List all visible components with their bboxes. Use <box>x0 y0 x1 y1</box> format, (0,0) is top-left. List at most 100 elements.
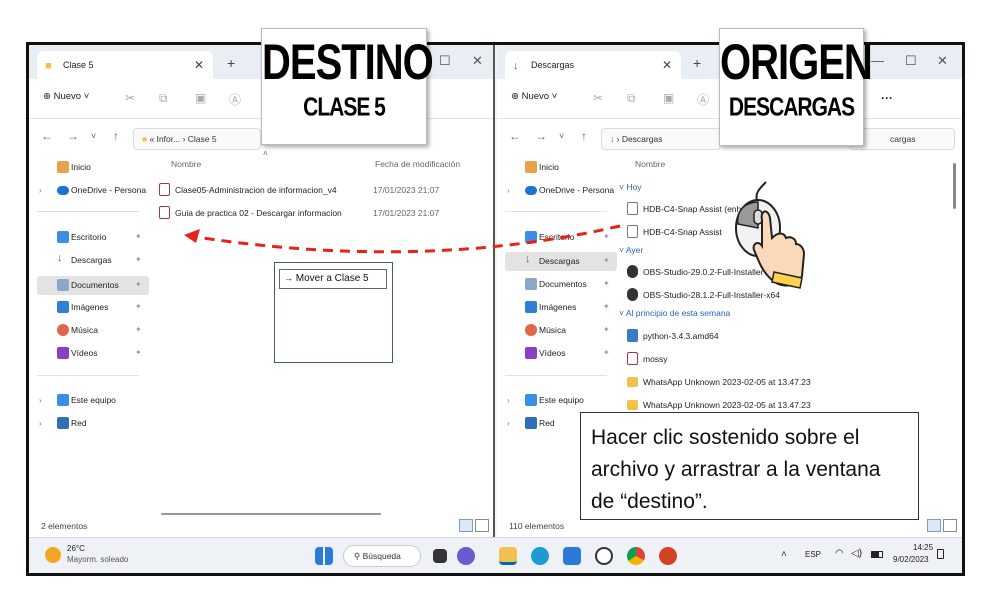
breadcrumb[interactable]: ↓ › Descargas <box>601 128 721 150</box>
file-name: Guia de practica 02 - Descargar informac… <box>175 208 342 218</box>
powerpoint-icon[interactable] <box>659 547 677 565</box>
tab-title: Clase 5 <box>63 60 94 70</box>
language-indicator[interactable]: ESP <box>805 550 821 559</box>
pin-icon: ✦ <box>135 302 142 311</box>
drag-preview-box: → Mover a Clase 5 <box>274 262 393 363</box>
recent-icon[interactable]: ˅ <box>559 131 564 141</box>
close-tab-icon[interactable]: ✕ <box>662 58 672 72</box>
music-icon <box>525 324 537 336</box>
origen-subtitle: DESCARGAS <box>728 93 855 122</box>
column-header-name[interactable]: Nombre <box>171 159 201 169</box>
tab-title: Descargas <box>531 60 575 70</box>
file-explorer-icon[interactable] <box>499 547 517 565</box>
column-header-date[interactable]: Fecha de modificación <box>375 159 460 169</box>
back-icon[interactable]: ← <box>509 129 521 143</box>
sidebar-item-label: Inicio <box>539 162 559 172</box>
more-options-icon[interactable]: ··· <box>881 91 893 105</box>
start-icon[interactable] <box>315 547 333 565</box>
sidebar-item-label: Documentos <box>539 279 587 289</box>
forward-icon[interactable]: → <box>67 129 79 143</box>
minimize-icon[interactable]: — <box>871 53 884 68</box>
battery-icon[interactable] <box>871 551 883 558</box>
status-bar: 2 elementos <box>29 515 493 537</box>
search-box[interactable]: ⚲ Búsqueda <box>343 545 421 567</box>
new-button[interactable]: ⊕ Nuevo ˅ <box>43 91 89 102</box>
close-tab-icon[interactable]: ✕ <box>194 58 204 72</box>
new-button[interactable]: ⊕ Nuevo ˅ <box>511 91 557 102</box>
sidebar-item-label: Vídeos <box>539 348 566 358</box>
file-date: 17/01/2023 21:07 <box>373 185 440 195</box>
paste-icon[interactable]: ▣ <box>663 91 674 105</box>
recent-icon[interactable]: ˅ <box>91 131 96 141</box>
details-view-icon[interactable] <box>459 519 473 532</box>
network-icon <box>57 417 69 429</box>
video-icon <box>525 347 537 359</box>
volume-icon[interactable]: ◁) <box>851 548 862 559</box>
new-tab-icon[interactable]: + <box>693 55 701 71</box>
tiles-view-icon[interactable] <box>943 519 957 532</box>
document-icon <box>525 278 537 290</box>
up-icon[interactable]: ↑ <box>581 129 587 143</box>
details-view-icon[interactable] <box>927 519 941 532</box>
vertical-scrollbar[interactable] <box>953 163 956 209</box>
sort-chevron-icon: ˄ <box>263 149 268 158</box>
weather-icon[interactable] <box>45 547 61 563</box>
teams-icon[interactable] <box>457 547 475 565</box>
breadcrumb-part: Infor... <box>156 134 181 144</box>
file-date: 17/01/2023 21:07 <box>373 208 440 218</box>
column-header-name[interactable]: Nombre <box>635 159 665 169</box>
dell-icon[interactable] <box>595 547 613 565</box>
paste-icon[interactable]: ▣ <box>195 91 206 105</box>
up-icon[interactable]: ↑ <box>113 129 119 143</box>
maximize-icon[interactable]: ☐ <box>439 53 451 69</box>
cut-icon[interactable]: ✂ <box>593 91 603 105</box>
rename-icon[interactable]: Ⓐ <box>229 91 241 108</box>
sidebar-item-label: Descargas <box>71 255 112 265</box>
cut-icon[interactable]: ✂ <box>125 91 135 105</box>
task-view-icon[interactable] <box>433 549 447 563</box>
copy-icon[interactable]: ⧉ <box>159 91 168 106</box>
edge-icon[interactable] <box>531 547 549 565</box>
folder-icon: ■ <box>142 134 148 144</box>
item-count: 110 elementos <box>509 521 565 531</box>
close-window-icon[interactable]: ✕ <box>937 53 948 69</box>
group-header[interactable]: ˅ Ayer <box>619 245 643 255</box>
sidebar-item-label: Descargas <box>539 256 580 266</box>
wifi-icon[interactable]: ◠ <box>835 548 844 559</box>
forward-icon[interactable]: → <box>535 129 547 143</box>
tiles-view-icon[interactable] <box>475 519 489 532</box>
document-icon <box>627 352 638 365</box>
chevron-right-icon: › <box>507 396 510 405</box>
search-input[interactable]: cargas <box>849 128 955 150</box>
chrome-icon[interactable] <box>627 547 645 565</box>
notification-icon[interactable] <box>937 549 944 559</box>
group-header[interactable]: ˅ Hoy <box>619 182 641 192</box>
search-placeholder: cargas <box>890 134 916 144</box>
store-icon[interactable] <box>563 547 581 565</box>
pin-icon: ✦ <box>603 348 610 357</box>
copy-icon[interactable]: ⧉ <box>627 91 636 106</box>
close-window-icon[interactable]: ✕ <box>472 53 483 69</box>
file-name: python-3.4.3.amd64 <box>643 331 719 341</box>
group-header[interactable]: ˅ Al principio de esta semana <box>619 308 730 318</box>
maximize-icon[interactable]: ☐ <box>905 53 917 69</box>
folder-icon: ■ <box>45 60 52 72</box>
breadcrumb[interactable]: ■ « Infor... › Clase 5 <box>133 128 261 150</box>
new-tab-icon[interactable]: + <box>227 55 235 71</box>
sidebar-item-label: Imágenes <box>71 302 109 312</box>
video-icon <box>57 347 69 359</box>
tab-descargas[interactable]: ↓ Descargas ✕ <box>505 51 681 79</box>
sidebar-item-descargas[interactable]: ↓ Descargas ✦ <box>505 252 617 271</box>
sidebar-item-documentos[interactable]: Documentos ✦ <box>37 276 149 295</box>
nav-pane: Inicio › OneDrive - Persona Escritorio ✦ ↓… <box>29 153 149 537</box>
weather-desc: Mayorm. soleado <box>67 555 129 564</box>
back-icon[interactable]: ← <box>41 129 53 143</box>
clock-date[interactable]: 9/02/2023 <box>893 555 929 564</box>
pin-icon: ✦ <box>135 232 142 241</box>
clock-time[interactable]: 14:25 <box>913 543 933 552</box>
tab-clase5[interactable]: ■ Clase 5 ✕ <box>37 51 213 79</box>
rename-icon[interactable]: Ⓐ <box>697 91 709 108</box>
pin-icon: ✦ <box>135 280 142 289</box>
divider <box>37 375 139 376</box>
chevron-up-icon[interactable]: ˄ <box>781 549 787 560</box>
